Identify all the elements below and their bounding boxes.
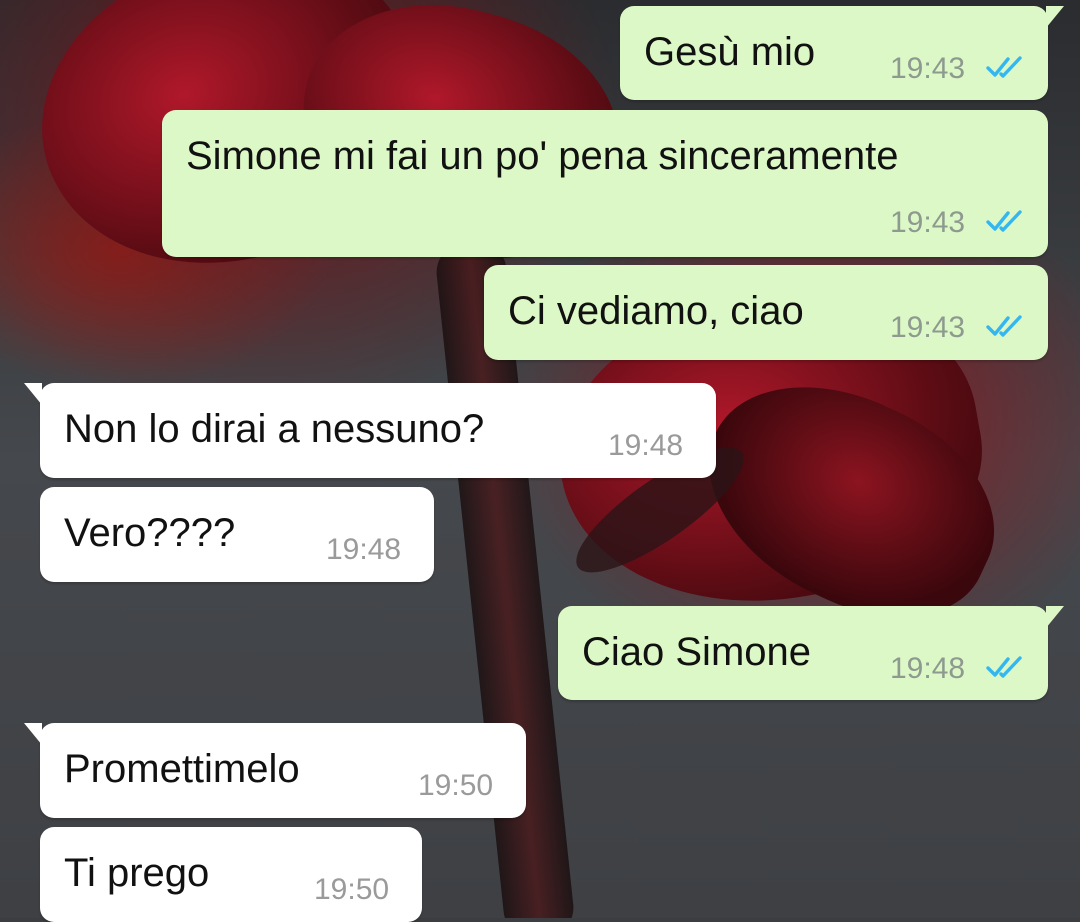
message-time: 19:43 xyxy=(890,52,966,85)
outgoing-message[interactable]: Ciao Simone 19:48 xyxy=(558,606,1064,700)
message-list[interactable]: Gesù mio 19:43 Simone mi fai un po' pena… xyxy=(0,0,1080,922)
double-check-read-icon xyxy=(986,56,1022,78)
message-text: Gesù mio xyxy=(644,30,816,74)
message-text: Ci vediamo, ciao xyxy=(508,289,804,333)
message-time: 19:43 xyxy=(890,206,966,239)
outgoing-message[interactable]: Ci vediamo, ciao 19:43 xyxy=(484,265,1048,360)
double-check-read-icon xyxy=(986,210,1022,232)
message-time: 19:43 xyxy=(890,311,966,344)
incoming-message[interactable]: Ti prego 19:50 xyxy=(40,827,422,922)
double-check-read-icon xyxy=(986,656,1022,678)
message-time: 19:48 xyxy=(608,429,684,462)
message-text: Non lo dirai a nessuno? xyxy=(64,407,485,451)
message-time: 19:50 xyxy=(418,769,494,802)
outgoing-message[interactable]: Simone mi fai un po' pena sinceramente 1… xyxy=(162,110,1048,257)
incoming-message[interactable]: Non lo dirai a nessuno? 19:48 xyxy=(24,383,716,478)
message-time: 19:50 xyxy=(314,873,390,906)
incoming-message[interactable]: Vero???? 19:48 xyxy=(40,487,434,582)
message-text: Simone mi fai un po' pena sinceramente xyxy=(186,134,899,178)
message-text: Ciao Simone xyxy=(582,630,812,674)
message-text: Promettimelo xyxy=(64,747,300,791)
double-check-read-icon xyxy=(986,315,1022,337)
message-time: 19:48 xyxy=(326,533,402,566)
outgoing-message[interactable]: Gesù mio 19:43 xyxy=(620,6,1064,100)
message-text: Ti prego xyxy=(64,851,210,895)
incoming-message[interactable]: Promettimelo 19:50 xyxy=(24,723,526,818)
message-text: Vero???? xyxy=(64,511,236,555)
message-time: 19:48 xyxy=(890,652,966,685)
